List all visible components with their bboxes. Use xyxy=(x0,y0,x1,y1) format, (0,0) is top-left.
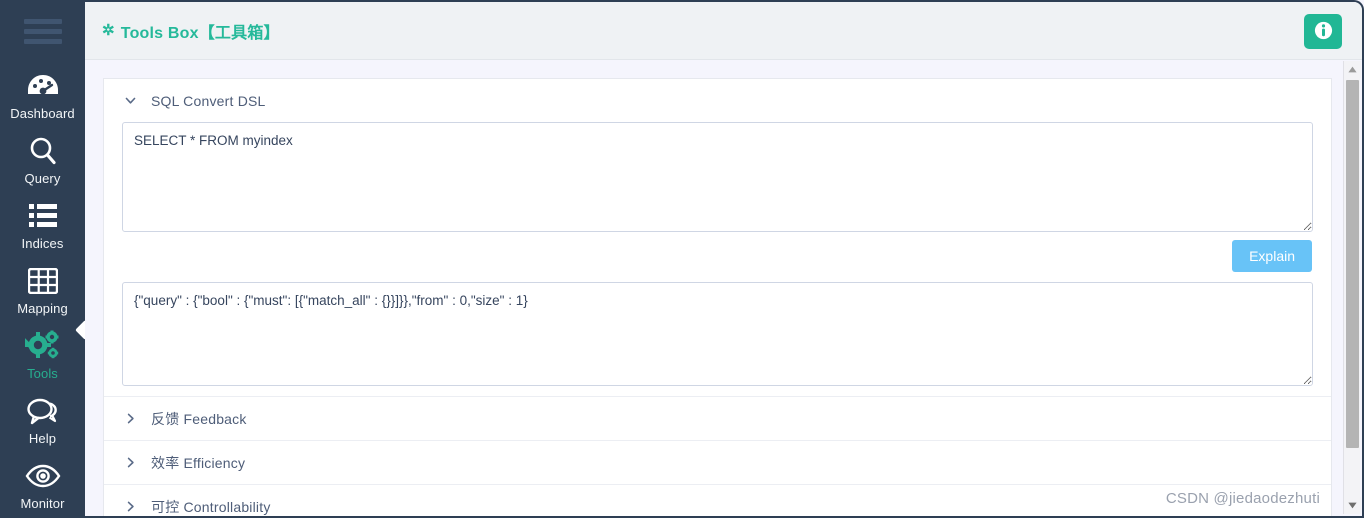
chevron-right-icon xyxy=(124,412,137,425)
sidebar-item-mapping[interactable]: Mapping xyxy=(0,257,85,322)
sidebar-item-label: Mapping xyxy=(17,301,68,316)
panel-body-sql-convert-dsl: Explain xyxy=(104,122,1331,396)
scrollbar-track[interactable] xyxy=(1344,78,1361,497)
content-scroll-area: SQL Convert DSL Explain xyxy=(85,60,1362,516)
panel-efficiency: 效率 Efficiency xyxy=(104,441,1331,485)
panel-title: SQL Convert DSL xyxy=(151,92,266,109)
chevron-down-icon xyxy=(124,94,137,107)
sidebar-item-dashboard[interactable]: Dashboard xyxy=(0,62,85,127)
dsl-output[interactable] xyxy=(122,282,1313,386)
panel-group: SQL Convert DSL Explain xyxy=(103,78,1332,516)
sidebar-item-label: Query xyxy=(24,171,61,186)
sidebar-item-label: Monitor xyxy=(20,496,65,511)
page-title-text: Tools Box【工具箱】 xyxy=(120,24,280,42)
app-root: Dashboard Query Indices Mapping Tools He… xyxy=(0,0,1364,518)
hamburger-bar xyxy=(23,38,62,44)
panel-header-efficiency[interactable]: 效率 Efficiency xyxy=(104,441,1331,484)
sidebar: Dashboard Query Indices Mapping Tools He… xyxy=(0,0,85,518)
sidebar-item-indices[interactable]: Indices xyxy=(0,192,85,257)
sidebar-item-query[interactable]: Query xyxy=(0,127,85,192)
main-content: ✲ Tools Box【工具箱】 SQL Convert DSL SELECT … xyxy=(85,0,1364,518)
info-button[interactable] xyxy=(1304,14,1342,49)
explain-button[interactable]: Explain xyxy=(1232,240,1312,272)
hamburger-bar xyxy=(23,18,62,24)
sidebar-item-tools[interactable]: Tools xyxy=(0,322,85,387)
panel-title: 反馈 Feedback xyxy=(151,410,247,427)
sidebar-item-label: Indices xyxy=(21,236,64,251)
page-header: ✲ Tools Box【工具箱】 xyxy=(85,2,1362,60)
grid-table-icon xyxy=(23,263,63,299)
panel-header-controllability[interactable]: 可控 Controllability xyxy=(104,485,1331,516)
explain-button-row: Explain xyxy=(122,232,1313,278)
panel-header-sql-convert-dsl[interactable]: SQL Convert DSL xyxy=(104,79,1331,122)
sidebar-item-monitor[interactable]: Monitor xyxy=(0,452,85,517)
panel-feedback: 反馈 Feedback xyxy=(104,397,1331,441)
sidebar-item-help[interactable]: Help xyxy=(0,387,85,452)
scrollbar-down-button[interactable] xyxy=(1343,497,1361,514)
search-magnifier-icon xyxy=(23,133,63,169)
hamburger-bar xyxy=(23,28,62,34)
scrollbar-up-button[interactable] xyxy=(1343,61,1361,78)
sidebar-item-label: Dashboard xyxy=(10,106,75,121)
chevron-right-icon xyxy=(124,456,137,469)
panel-sql-convert-dsl: SQL Convert DSL Explain xyxy=(104,79,1331,397)
gears-icon xyxy=(23,328,63,364)
panel-controllability: 可控 Controllability xyxy=(104,485,1331,516)
chat-bubbles-icon xyxy=(23,393,63,429)
scrollbar-thumb[interactable] xyxy=(1345,80,1359,448)
page-title: ✲ Tools Box【工具箱】 xyxy=(102,19,280,43)
panel-header-feedback[interactable]: 反馈 Feedback xyxy=(104,397,1331,440)
panel-title: 效率 Efficiency xyxy=(151,454,246,471)
sidebar-item-label: Tools xyxy=(27,366,58,381)
gear-icon: ✲ xyxy=(102,22,115,39)
eye-icon xyxy=(23,458,63,494)
dashboard-gauge-icon xyxy=(23,68,63,104)
list-indices-icon xyxy=(23,198,63,234)
panel-title: 可控 Controllability xyxy=(151,498,271,515)
sql-input[interactable] xyxy=(122,122,1313,232)
sidebar-item-label: Help xyxy=(28,431,57,446)
info-circle-icon xyxy=(1314,21,1333,43)
vertical-scrollbar[interactable] xyxy=(1343,61,1361,514)
hamburger-icon[interactable] xyxy=(0,0,85,62)
chevron-right-icon xyxy=(124,500,137,513)
